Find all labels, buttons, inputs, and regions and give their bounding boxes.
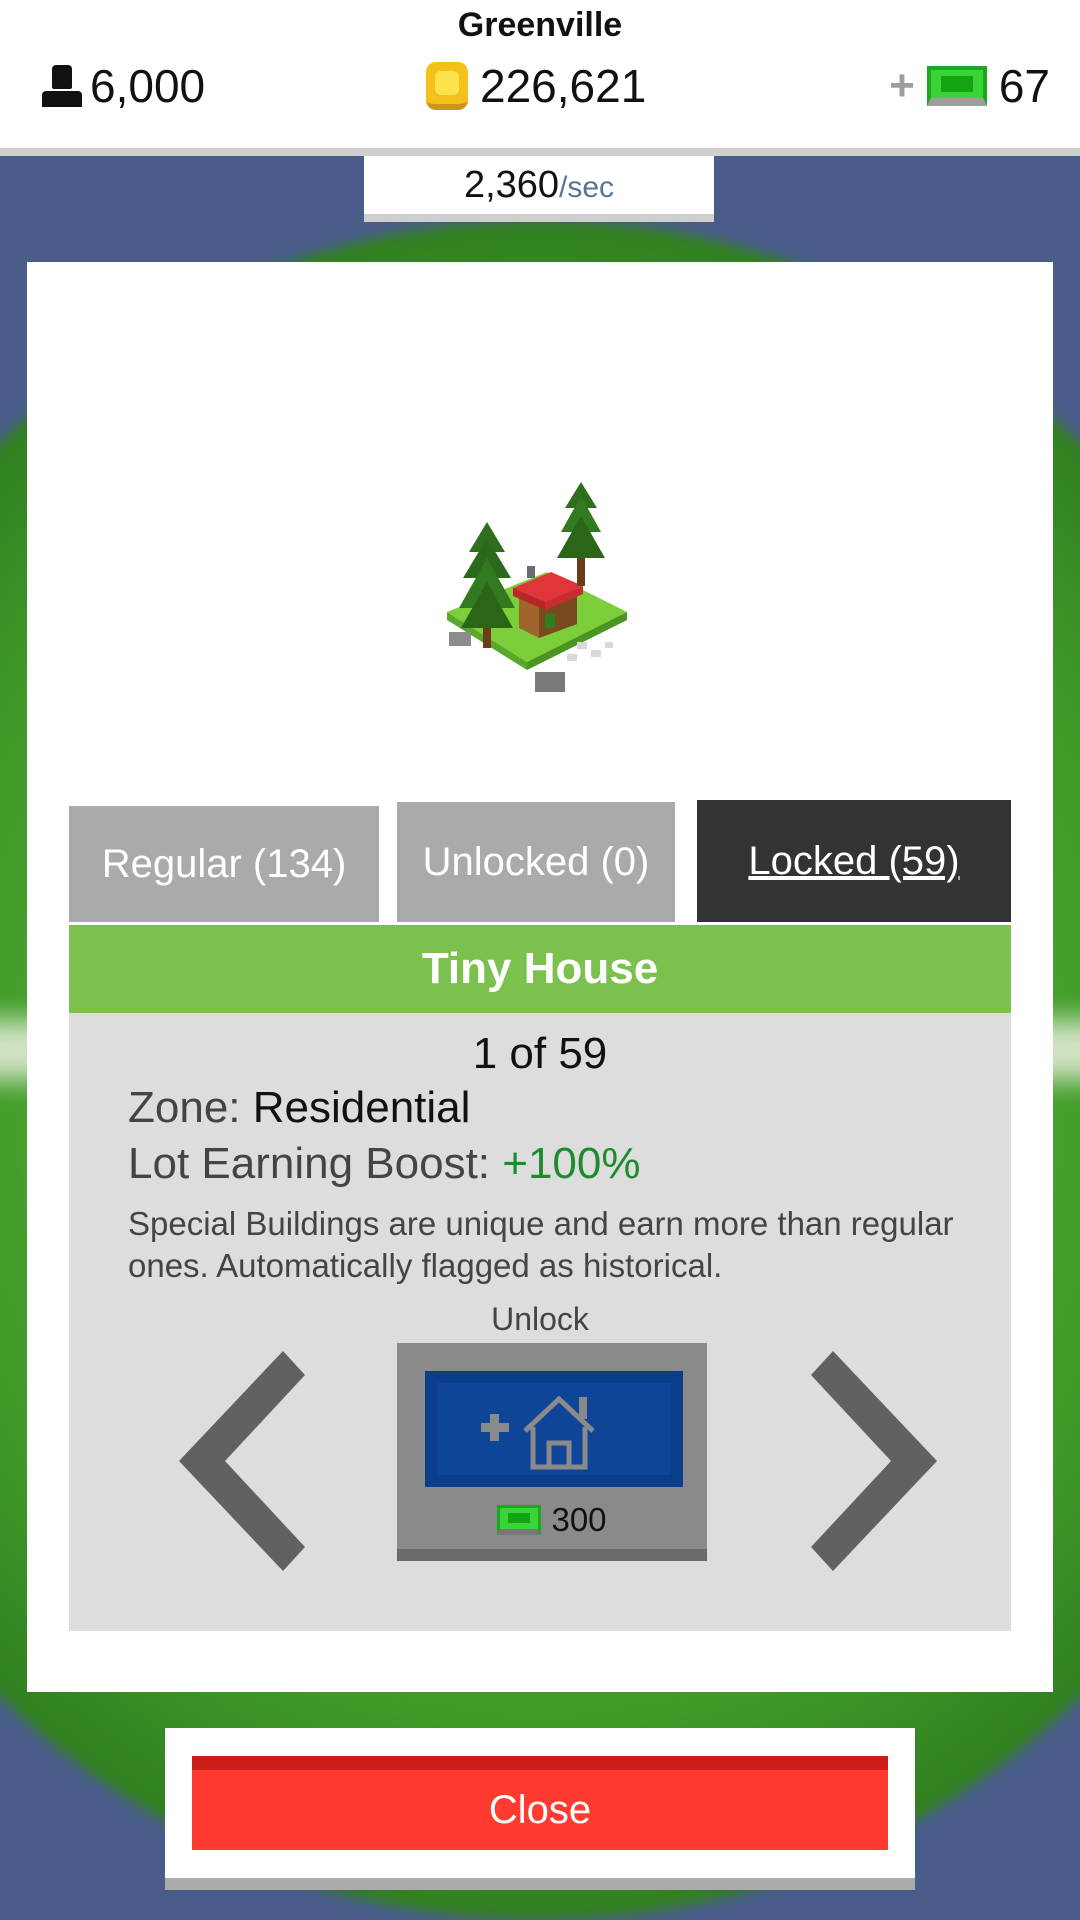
unlock-button-face (425, 1371, 683, 1487)
close-button[interactable]: Close (192, 1756, 888, 1850)
rate-unit: /sec (559, 171, 615, 204)
boost-row: Lot Earning Boost: +100% (128, 1139, 640, 1189)
money-value: 226,621 (480, 60, 647, 112)
zone-value: Residential (252, 1083, 471, 1132)
population-stat: 6,000 (42, 58, 205, 114)
unlock-button[interactable]: 300 (397, 1343, 707, 1561)
unlock-price-value: 300 (551, 1501, 607, 1538)
building-description: Special Buildings are unique and earn mo… (128, 1205, 954, 1284)
chevron-left-icon[interactable] (165, 1351, 325, 1571)
unlock-price: 300 (397, 1501, 707, 1539)
plus-icon[interactable]: + (889, 61, 915, 111)
population-value: 6,000 (90, 60, 206, 112)
boost-value: +100% (502, 1139, 641, 1188)
building-info: 1 of 59 Zone: Residential Lot Earning Bo… (69, 1013, 1011, 1631)
add-house-icon (481, 1395, 595, 1470)
building-title: Tiny House (69, 925, 1011, 1013)
close-button-frame: Close (165, 1728, 915, 1890)
tab-unlocked[interactable]: Unlocked (0) (397, 802, 675, 922)
cash-bill-icon (497, 1505, 542, 1535)
coin-icon (426, 62, 468, 110)
zone-row: Zone: Residential (128, 1083, 470, 1133)
chevron-right-icon[interactable] (791, 1351, 951, 1571)
building-tabs: Regular (134) Unlocked (0) Locked (59) (69, 800, 1011, 922)
tab-regular[interactable]: Regular (134) (69, 806, 379, 922)
boost-label: Lot Earning Boost: (128, 1139, 491, 1188)
top-hud: Greenville 6,000 226,621 + 67 (0, 0, 1080, 156)
cash-value: 67 (998, 60, 1050, 112)
special-buildings-panel: Regular (134) Unlocked (0) Locked (59) T… (27, 262, 1053, 1692)
zone-label: Zone: (128, 1083, 241, 1132)
city-name[interactable]: Greenville (0, 6, 1080, 45)
tab-locked[interactable]: Locked (59) (697, 800, 1011, 922)
cash-bill-icon (926, 66, 987, 106)
unlock-label: Unlock (491, 1301, 589, 1337)
tiny-house-illustration (447, 482, 627, 692)
building-counter: 1 of 59 (472, 1029, 608, 1078)
money-stat: 226,621 (426, 58, 646, 114)
rate-value: 2,360 (463, 163, 560, 206)
cash-stat[interactable]: + 67 (889, 58, 1050, 114)
person-icon (42, 65, 82, 107)
income-rate: 2,360/sec (364, 156, 714, 222)
